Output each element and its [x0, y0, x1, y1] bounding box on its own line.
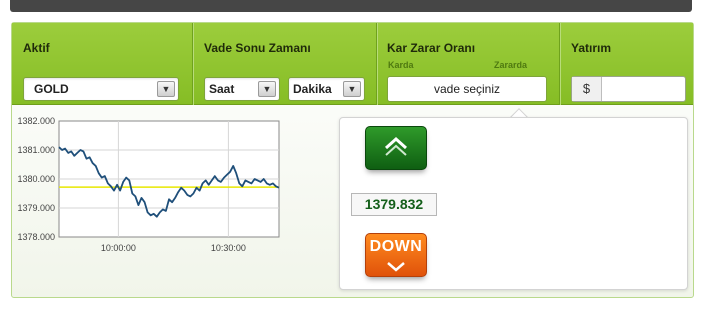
trade-panel: 1379.832 DOWN	[339, 117, 688, 290]
y-tick-label: 1382.000	[17, 117, 55, 126]
top-bar	[10, 0, 692, 12]
aktif-column: Aktif GOLD ▼	[12, 23, 192, 105]
chevron-down-icon[interactable]: ▼	[157, 81, 175, 97]
asset-select[interactable]: GOLD ▼	[23, 77, 179, 101]
asset-value: GOLD	[34, 82, 69, 96]
down-button[interactable]: DOWN	[365, 233, 427, 277]
y-tick-label: 1380.000	[17, 174, 55, 184]
chevron-down-icon[interactable]: ▼	[343, 81, 361, 97]
zararda-label: Zararda	[494, 60, 528, 70]
aktif-label: Aktif	[23, 41, 50, 55]
investment-field[interactable]: $	[571, 76, 686, 102]
down-arrow-icon	[387, 262, 405, 272]
dollar-icon: $	[572, 77, 602, 101]
y-tick-label: 1379.000	[17, 203, 55, 213]
option-header: Aktif GOLD ▼ Vade Sonu Zamanı Saat ▼ Dak…	[12, 23, 693, 105]
y-tick-label: 1378.000	[17, 232, 55, 242]
x-tick-label: 10:30:00	[211, 243, 246, 253]
hour-select[interactable]: Saat ▼	[204, 77, 280, 101]
yatirim-label: Yatırım	[571, 41, 612, 55]
up-button[interactable]	[365, 126, 427, 170]
karda-label: Karda	[388, 60, 414, 70]
x-tick-label: 10:00:00	[101, 243, 136, 253]
vade-label: Vade Sonu Zamanı	[204, 41, 311, 55]
vade-column: Vade Sonu Zamanı Saat ▼ Dakika ▼	[193, 23, 376, 105]
trading-panel: Aktif GOLD ▼ Vade Sonu Zamanı Saat ▼ Dak…	[11, 22, 694, 298]
up-arrow-icon	[384, 136, 408, 156]
hour-value: Saat	[209, 82, 235, 96]
vade-select-button[interactable]: vade seçiniz	[387, 76, 547, 102]
minute-select[interactable]: Dakika ▼	[288, 77, 365, 101]
current-price: 1379.832	[351, 193, 437, 216]
price-chart: 1382.000 1381.000 1380.000 1379.000 1378.000…	[16, 116, 284, 267]
price-chart-svg: 1382.000 1381.000 1380.000 1379.000 1378.000…	[17, 116, 280, 253]
minute-value: Dakika	[293, 82, 332, 96]
chevron-down-icon[interactable]: ▼	[258, 81, 276, 97]
y-tick-label: 1381.000	[17, 145, 55, 155]
kar-zarar-label: Kar Zarar Oranı	[387, 41, 476, 55]
